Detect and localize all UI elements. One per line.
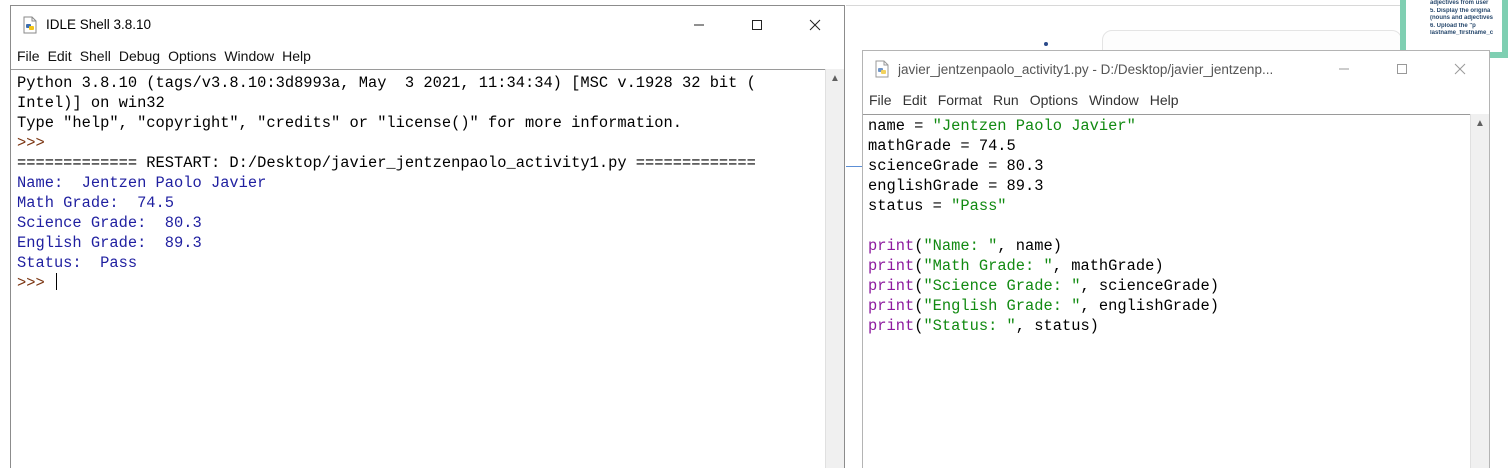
window-controls xyxy=(1315,51,1489,87)
code-token: mathGrade = 74.5 xyxy=(868,137,1016,155)
shell-output-area[interactable]: Python 3.8.10 (tags/v3.8.10:3d8993a, May… xyxy=(11,69,825,468)
menu-file[interactable]: File xyxy=(869,92,892,108)
code-token: , scienceGrade) xyxy=(1080,277,1219,295)
maximize-button[interactable] xyxy=(728,6,786,43)
code-string: "Science Grade: " xyxy=(923,277,1081,295)
window-title: IDLE Shell 3.8.10 xyxy=(46,17,152,32)
editor-window[interactable]: javier_jentzenpaolo_activity1.py - D:/De… xyxy=(862,50,1490,468)
shell-line: Type "help", "copyright", "credits" or "… xyxy=(17,114,682,132)
editor-titlebar[interactable]: javier_jentzenpaolo_activity1.py - D:/De… xyxy=(863,51,1489,87)
shell-line: ============= RESTART: D:/Desktop/javier… xyxy=(17,154,756,172)
minimize-button[interactable] xyxy=(1315,51,1373,87)
code-keyword: print xyxy=(868,277,915,295)
python-file-icon xyxy=(23,16,37,33)
background-connector xyxy=(846,166,862,167)
close-button[interactable] xyxy=(1431,51,1489,87)
code-token: name = xyxy=(868,117,933,135)
menu-options[interactable]: Options xyxy=(1030,92,1078,108)
menu-window[interactable]: Window xyxy=(224,48,274,64)
code-token: , name) xyxy=(997,237,1062,255)
code-line: mathGrade = 74.5 xyxy=(868,136,1470,156)
window-title: javier_jentzenpaolo_activity1.py - D:/De… xyxy=(898,61,1274,77)
shell-prompt: >>> xyxy=(17,274,54,292)
shell-line: Status: Pass xyxy=(17,254,138,272)
code-line: name = "Jentzen Paolo Javier" xyxy=(868,116,1470,136)
code-keyword: print xyxy=(868,317,915,335)
note-line: lastname_firstname_c xyxy=(1430,30,1494,36)
code-string: "Jentzen Paolo Javier" xyxy=(932,117,1136,135)
code-keyword: print xyxy=(868,237,915,255)
code-token: , mathGrade) xyxy=(1052,257,1164,275)
shell-input-line[interactable]: >>> xyxy=(17,273,825,293)
code-line: print("Science Grade: ", scienceGrade) xyxy=(868,276,1470,296)
background-dot xyxy=(1044,42,1048,46)
code-string: "Status: " xyxy=(923,317,1016,335)
menu-format[interactable]: Format xyxy=(938,92,982,108)
code-keyword: print xyxy=(868,297,915,315)
code-editor-area[interactable]: name = "Jentzen Paolo Javier" mathGrade =… xyxy=(863,114,1470,468)
menu-run[interactable]: Run xyxy=(993,92,1019,108)
code-string: "Math Grade: " xyxy=(923,257,1053,275)
minimize-icon xyxy=(694,24,704,25)
shell-line: English Grade: 89.3 xyxy=(17,234,202,252)
code-line: scienceGrade = 80.3 xyxy=(868,156,1470,176)
menu-debug[interactable]: Debug xyxy=(119,48,160,64)
code-token: englishGrade = 89.3 xyxy=(868,177,1044,195)
scroll-up-arrow-icon[interactable]: ▲ xyxy=(1471,118,1489,129)
shell-line: Math Grade: 74.5 xyxy=(17,194,175,212)
menu-help[interactable]: Help xyxy=(282,48,311,64)
code-keyword: print xyxy=(868,257,915,275)
code-token: status = xyxy=(868,197,952,215)
code-string: "English Grade: " xyxy=(923,297,1081,315)
code-string: "Pass" xyxy=(951,197,1007,215)
close-icon xyxy=(1454,63,1466,75)
menu-help[interactable]: Help xyxy=(1150,92,1179,108)
shell-line: Science Grade: 80.3 xyxy=(17,214,202,232)
close-icon xyxy=(809,19,821,30)
window-controls xyxy=(670,6,844,43)
code-line: print("Name: ", name) xyxy=(868,236,1470,256)
instruction-note-body: adjectives from user 5. Display the orig… xyxy=(1406,0,1502,52)
code-token: scienceGrade = 80.3 xyxy=(868,157,1044,175)
shell-menubar: File Edit Shell Debug Options Window Hel… xyxy=(11,43,844,68)
maximize-button[interactable] xyxy=(1373,51,1431,87)
shell-titlebar[interactable]: IDLE Shell 3.8.10 xyxy=(11,6,844,43)
note-line: 5. Display the origina xyxy=(1430,7,1491,14)
code-token: , status) xyxy=(1015,317,1099,335)
minimize-button[interactable] xyxy=(670,6,728,43)
maximize-icon xyxy=(752,19,762,30)
shell-line: Name: Jentzen Paolo Javier xyxy=(17,174,267,192)
python-file-icon xyxy=(875,60,889,78)
code-string: "Name: " xyxy=(923,237,998,255)
menu-file[interactable]: File xyxy=(17,48,40,64)
shell-line: Intel)] on win32 xyxy=(17,94,165,112)
maximize-icon xyxy=(1397,64,1407,74)
shell-scrollbar[interactable]: ▲ xyxy=(825,69,844,468)
menu-shell[interactable]: Shell xyxy=(80,48,111,64)
text-cursor xyxy=(55,273,58,290)
code-line: print("English Grade: ", englishGrade) xyxy=(868,296,1470,316)
idle-shell-window[interactable]: IDLE Shell 3.8.10 File Edit Shell Debug … xyxy=(10,5,845,468)
close-button[interactable] xyxy=(786,6,844,43)
note-line: adjectives from user xyxy=(1430,0,1489,6)
menu-edit[interactable]: Edit xyxy=(48,48,72,64)
shell-prompt: >>> xyxy=(17,134,54,152)
scroll-up-arrow-icon[interactable]: ▲ xyxy=(826,73,844,84)
note-line: 6. Upload the "p xyxy=(1430,22,1476,29)
menu-edit[interactable]: Edit xyxy=(903,92,927,108)
code-line: status = "Pass" xyxy=(868,196,1470,216)
editor-scrollbar[interactable]: ▲ xyxy=(1470,114,1489,468)
code-line: print("Math Grade: ", mathGrade) xyxy=(868,256,1470,276)
code-token: , englishGrade) xyxy=(1080,297,1219,315)
shell-line: Python 3.8.10 (tags/v3.8.10:3d8993a, May… xyxy=(17,74,756,92)
minimize-icon xyxy=(1339,68,1349,70)
code-line: englishGrade = 89.3 xyxy=(868,176,1470,196)
menu-window[interactable]: Window xyxy=(1089,92,1139,108)
editor-menubar: File Edit Format Run Options Window Help xyxy=(863,87,1489,112)
note-line: (nouns and adjectives xyxy=(1430,15,1494,21)
menu-options[interactable]: Options xyxy=(168,48,216,64)
code-line: print("Status: ", status) xyxy=(868,316,1470,336)
